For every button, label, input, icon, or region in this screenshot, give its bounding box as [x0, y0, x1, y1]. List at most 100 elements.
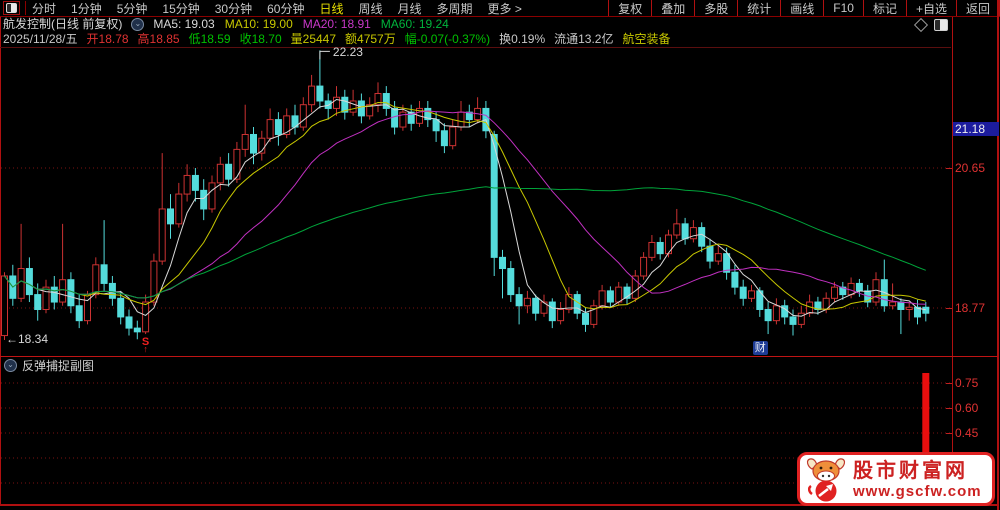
peak-pointer-line	[319, 50, 330, 60]
candle-body	[233, 148, 241, 180]
candle-body	[250, 133, 257, 154]
chart-corner-tools	[913, 17, 948, 33]
period-tab[interactable]: 月线	[398, 0, 422, 17]
candle-body	[772, 305, 780, 322]
candle-body	[349, 100, 357, 113]
quote-field: 流通13.2亿	[554, 32, 614, 46]
main-candlestick-chart[interactable]	[0, 47, 952, 356]
period-tab[interactable]: 周线	[358, 0, 382, 17]
candle-body	[457, 111, 465, 128]
quote-field: 换0.19%	[499, 32, 546, 46]
period-tab[interactable]: 15分钟	[162, 0, 199, 17]
ma-label: MA60: 19.24	[380, 17, 449, 31]
candle-body	[191, 174, 199, 191]
candle-body	[640, 256, 648, 277]
candle-body	[499, 256, 506, 270]
candle-body	[905, 306, 913, 310]
candle-body	[789, 316, 797, 325]
period-tab[interactable]: 日线	[319, 0, 343, 17]
candle-body	[67, 279, 75, 307]
mini-window-icon[interactable]	[934, 19, 948, 31]
toolbar-button[interactable]: 统计	[737, 0, 780, 16]
candle-body	[764, 308, 772, 322]
candle-body	[831, 286, 838, 299]
toolbar-button[interactable]: 复权	[608, 0, 651, 16]
ma-label: MA5: 19.03	[153, 17, 215, 31]
candle-body	[515, 294, 523, 307]
candle-body	[25, 268, 33, 296]
candle-body	[440, 130, 448, 147]
candle-body	[241, 133, 249, 150]
candle-body	[167, 208, 174, 225]
watermark-site-url: www.gscfw.com	[853, 482, 982, 500]
candle-body	[34, 294, 42, 310]
watermark-badge: 股市财富网 www.gscfw.com	[797, 452, 995, 506]
axis-tick	[946, 307, 952, 309]
candle-body	[681, 223, 689, 240]
low-price-annotation: ←18.34	[6, 332, 49, 347]
toolbar-button[interactable]: 返回	[955, 0, 1000, 16]
candle-body	[855, 282, 863, 292]
quote-field: 高18.85	[137, 32, 180, 46]
chevron-down-icon[interactable]: ⌄	[131, 17, 145, 31]
toolbar-button[interactable]: 标记	[862, 0, 906, 16]
candle-body	[507, 268, 515, 296]
split-pane-icon	[6, 3, 17, 13]
candle-body	[316, 85, 324, 102]
candle-body	[158, 208, 166, 262]
candle-body	[133, 327, 141, 333]
candle-body	[748, 290, 755, 299]
quote-field: 低18.59	[188, 32, 231, 46]
candle-body	[548, 301, 556, 322]
period-tab[interactable]: 30分钟	[215, 0, 252, 17]
period-tabs: 分时 1分钟 5分钟 15分钟 30分钟 60分钟 日线 周线 月线 多周期 更多 >	[32, 0, 522, 17]
toolbar-button[interactable]: F10	[823, 0, 863, 16]
trading-app-window: 分时 1分钟 5分钟 15分钟 30分钟 60分钟 日线 周线 月线 多周期 更多 > 复权 叠加 多股…	[0, 0, 1000, 510]
quote-field: 航空装备	[622, 32, 671, 46]
candle-body	[689, 227, 697, 240]
sub-indicator-header: ⌄ 反弹捕捉副图	[0, 357, 94, 374]
layout-window-icon[interactable]	[3, 1, 20, 15]
candle-body	[142, 301, 150, 333]
candle-body	[175, 193, 183, 225]
sub-axis-label: 0.75	[955, 376, 979, 390]
sell-signal-marker: S ↑	[140, 337, 152, 354]
financial-report-marker: 财	[752, 341, 768, 355]
toolbar-button[interactable]: +自选	[905, 0, 956, 16]
peak-price-annotation: 22.23	[332, 45, 363, 60]
title-row: 航发控制(日线 前复权) ⌄ MA5: 19.03 MA10: 19.00 MA20…	[3, 17, 949, 31]
stock-title: 航发控制(日线 前复权)	[3, 17, 123, 31]
candle-body	[1, 275, 8, 337]
candle-body	[357, 100, 365, 117]
period-tab[interactable]: 1分钟	[71, 0, 102, 17]
sub-axis-tick	[946, 408, 952, 409]
sub-chevron-down-icon[interactable]: ⌄	[4, 359, 17, 372]
watermark-site-name: 股市财富网	[853, 459, 968, 482]
period-tab[interactable]: 分时	[32, 0, 56, 17]
period-tab[interactable]: 60分钟	[267, 0, 304, 17]
candle-body	[225, 163, 233, 180]
ma-line-20	[4, 110, 926, 305]
candle-body	[698, 227, 706, 247]
candle-body	[523, 297, 531, 307]
window-right-border	[997, 0, 999, 510]
candle-body	[108, 282, 116, 299]
period-tab[interactable]: 5分钟	[117, 0, 148, 17]
period-tab[interactable]: 多周期	[437, 0, 473, 17]
candle-body	[922, 306, 930, 314]
toolbar-button[interactable]: 叠加	[651, 0, 694, 16]
candle-body	[723, 253, 731, 273]
candle-body	[117, 297, 125, 318]
candle-body	[42, 286, 50, 310]
toolbar-button[interactable]: 画线	[780, 0, 823, 16]
sub-axis-label: 0.60	[955, 401, 979, 415]
candle-body	[324, 100, 332, 109]
candle-body	[706, 245, 714, 262]
period-tab[interactable]: 更多 >	[488, 0, 522, 17]
candle-body	[283, 115, 291, 135]
toolbar-button[interactable]: 多股	[694, 0, 737, 16]
toolbar-right-buttons: 复权 叠加 多股 统计 画线 F10 标记 +自选 返回	[608, 0, 1000, 16]
diamond-tool-icon[interactable]	[913, 17, 929, 33]
quote-field: 2025/11/28/五	[3, 32, 78, 46]
period-toolbar: 分时 1分钟 5分钟 15分钟 30分钟 60分钟 日线 周线 月线 多周期 更多 > 复权 叠加 多股…	[0, 0, 1000, 17]
